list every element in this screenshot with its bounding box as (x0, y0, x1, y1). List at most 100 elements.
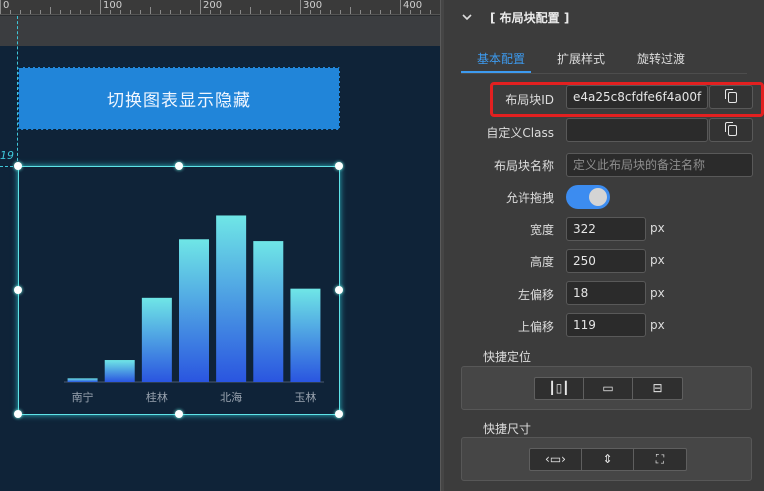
ruler-tick (420, 10, 421, 14)
resize-handle-bottom-left[interactable] (14, 410, 22, 418)
tab-bar: 基本配置 扩展样式 旋转过渡 (461, 44, 747, 74)
quick-size-box: ‹▭› ⇕ ⛶ (461, 437, 752, 481)
copy-icon (725, 122, 737, 136)
width-unit: px (650, 221, 665, 235)
ruler-tick (140, 10, 141, 14)
ruler-tick (70, 10, 71, 14)
ruler-tick (230, 10, 231, 14)
bar-梧州 (179, 239, 209, 382)
custom-class-label: 自定义Class (486, 126, 554, 140)
panel-title: [ 布局块配置 ] (490, 11, 570, 25)
ruler-tick (0, 0, 1, 14)
resize-handle-left[interactable] (14, 286, 22, 294)
design-canvas[interactable]: 0 100 200 300 400 19 切换图表显示隐藏 南宁 桂林 北海 玉林 (0, 0, 444, 491)
height-field[interactable]: 250 (566, 249, 646, 273)
x-tick-label: 南宁 (72, 390, 94, 404)
ruler-tick (260, 10, 261, 14)
ruler-tick (350, 7, 351, 14)
quick-position-box: ┃▯┃ ▭ ⊟ (461, 366, 752, 410)
left-offset-label: 左偏移 (517, 288, 554, 302)
x-tick-label: 北海 (220, 390, 242, 404)
ruler-tick (80, 10, 81, 14)
ruler-tick (220, 10, 221, 14)
toggle-knob (589, 188, 607, 206)
horizontal-ruler: 0 100 200 300 400 (0, 0, 441, 15)
center-button[interactable]: ⊟ (633, 378, 682, 399)
ruler-tick (60, 10, 61, 14)
allow-drag-toggle[interactable] (566, 185, 610, 209)
top-offset-field[interactable]: 119 (566, 313, 646, 337)
ruler-tick (340, 10, 341, 14)
bar-玉林 (290, 288, 321, 382)
ruler-tick (110, 10, 111, 14)
tab-rotation-transition[interactable]: 旋转过渡 (637, 50, 685, 67)
fit-screen-button[interactable]: ⛶ (634, 449, 686, 470)
align-center-vertical-icon: ▭ (602, 381, 614, 395)
ruler-tick (300, 0, 301, 14)
ruler-tick (20, 10, 21, 14)
resize-handle-top-right[interactable] (335, 162, 343, 170)
ruler-tick (50, 7, 51, 14)
chevron-down-icon[interactable] (460, 10, 474, 24)
ruler-tick (10, 10, 11, 14)
align-center-horizontal-icon: ┃▯┃ (548, 381, 570, 395)
resize-handle-top-left[interactable] (14, 162, 22, 170)
top-offset-label: 上偏移 (517, 320, 554, 334)
ruler-tick (40, 10, 41, 14)
ruler-tick (100, 0, 101, 14)
ruler-tick (370, 10, 371, 14)
ruler-tick (250, 7, 251, 14)
block-name-label: 布局块名称 (493, 159, 554, 173)
chart-block[interactable]: 南宁 桂林 北海 玉林 (14, 162, 343, 418)
align-center-horizontal-button[interactable]: ┃▯┃ (535, 378, 584, 399)
ruler-tick (180, 10, 181, 14)
bar-chart: 南宁 桂林 北海 玉林 (64, 215, 324, 404)
left-offset-field[interactable]: 18 (566, 281, 646, 305)
block-name-field[interactable]: 定义此布局块的备注名称 (566, 153, 753, 177)
panel-header[interactable]: [ 布局块配置 ] (444, 0, 764, 34)
toggle-chart-button[interactable]: 切换图表显示隐藏 (18, 67, 340, 130)
resize-handle-bottom-right[interactable] (335, 410, 343, 418)
width-label: 宽度 (529, 223, 554, 237)
bar-北海 (216, 215, 247, 382)
tab-extended-style[interactable]: 扩展样式 (557, 50, 605, 67)
ruler-tick (190, 10, 191, 14)
quick-position-group: ┃▯┃ ▭ ⊟ (534, 377, 683, 400)
resize-handle-bottom[interactable] (175, 410, 183, 418)
ruler-tick (280, 10, 281, 14)
properties-panel: [ 布局块配置 ] 基本配置 扩展样式 旋转过渡 (444, 0, 764, 491)
custom-class-field[interactable] (566, 118, 708, 142)
ruler-label: 0 (3, 0, 10, 11)
width-field[interactable]: 322 (566, 217, 646, 241)
quick-size-group: ‹▭› ⇕ ⛶ (529, 448, 687, 471)
ruler-tick (200, 0, 201, 14)
fit-width-button[interactable]: ‹▭› (530, 449, 582, 470)
align-center-vertical-button[interactable]: ▭ (584, 378, 633, 399)
active-tab-indicator (461, 71, 531, 73)
allow-drag-label: 允许拖拽 (505, 191, 554, 205)
resize-handle-right[interactable] (335, 286, 343, 294)
ruler-tick (90, 10, 91, 14)
ruler-tick (360, 10, 361, 14)
fit-width-icon: ‹▭› (545, 452, 566, 466)
left-offset-unit: px (650, 286, 665, 300)
ruler-tick (30, 10, 31, 14)
ruler-tick (330, 10, 331, 14)
highlight-annotation (490, 82, 764, 117)
ruler-tick (320, 10, 321, 14)
ruler-tick (210, 10, 211, 14)
ruler-tick (170, 10, 171, 14)
center-square-icon: ⊟ (652, 381, 663, 395)
copy-class-button[interactable] (709, 118, 753, 142)
bar-桂林 (141, 297, 172, 382)
fit-height-icon: ⇕ (602, 452, 613, 466)
top-offset-unit: px (650, 318, 665, 332)
ruler-tick (160, 10, 161, 14)
resize-handle-top[interactable] (175, 162, 183, 170)
bar-柳州 (104, 360, 135, 382)
ruler-tick (390, 10, 391, 14)
ruler-tick (150, 7, 151, 14)
tab-basic-config[interactable]: 基本配置 (477, 50, 525, 67)
app-window: 0 100 200 300 400 19 切换图表显示隐藏 南宁 桂林 北海 玉林 (0, 0, 764, 491)
fit-height-button[interactable]: ⇕ (582, 449, 634, 470)
